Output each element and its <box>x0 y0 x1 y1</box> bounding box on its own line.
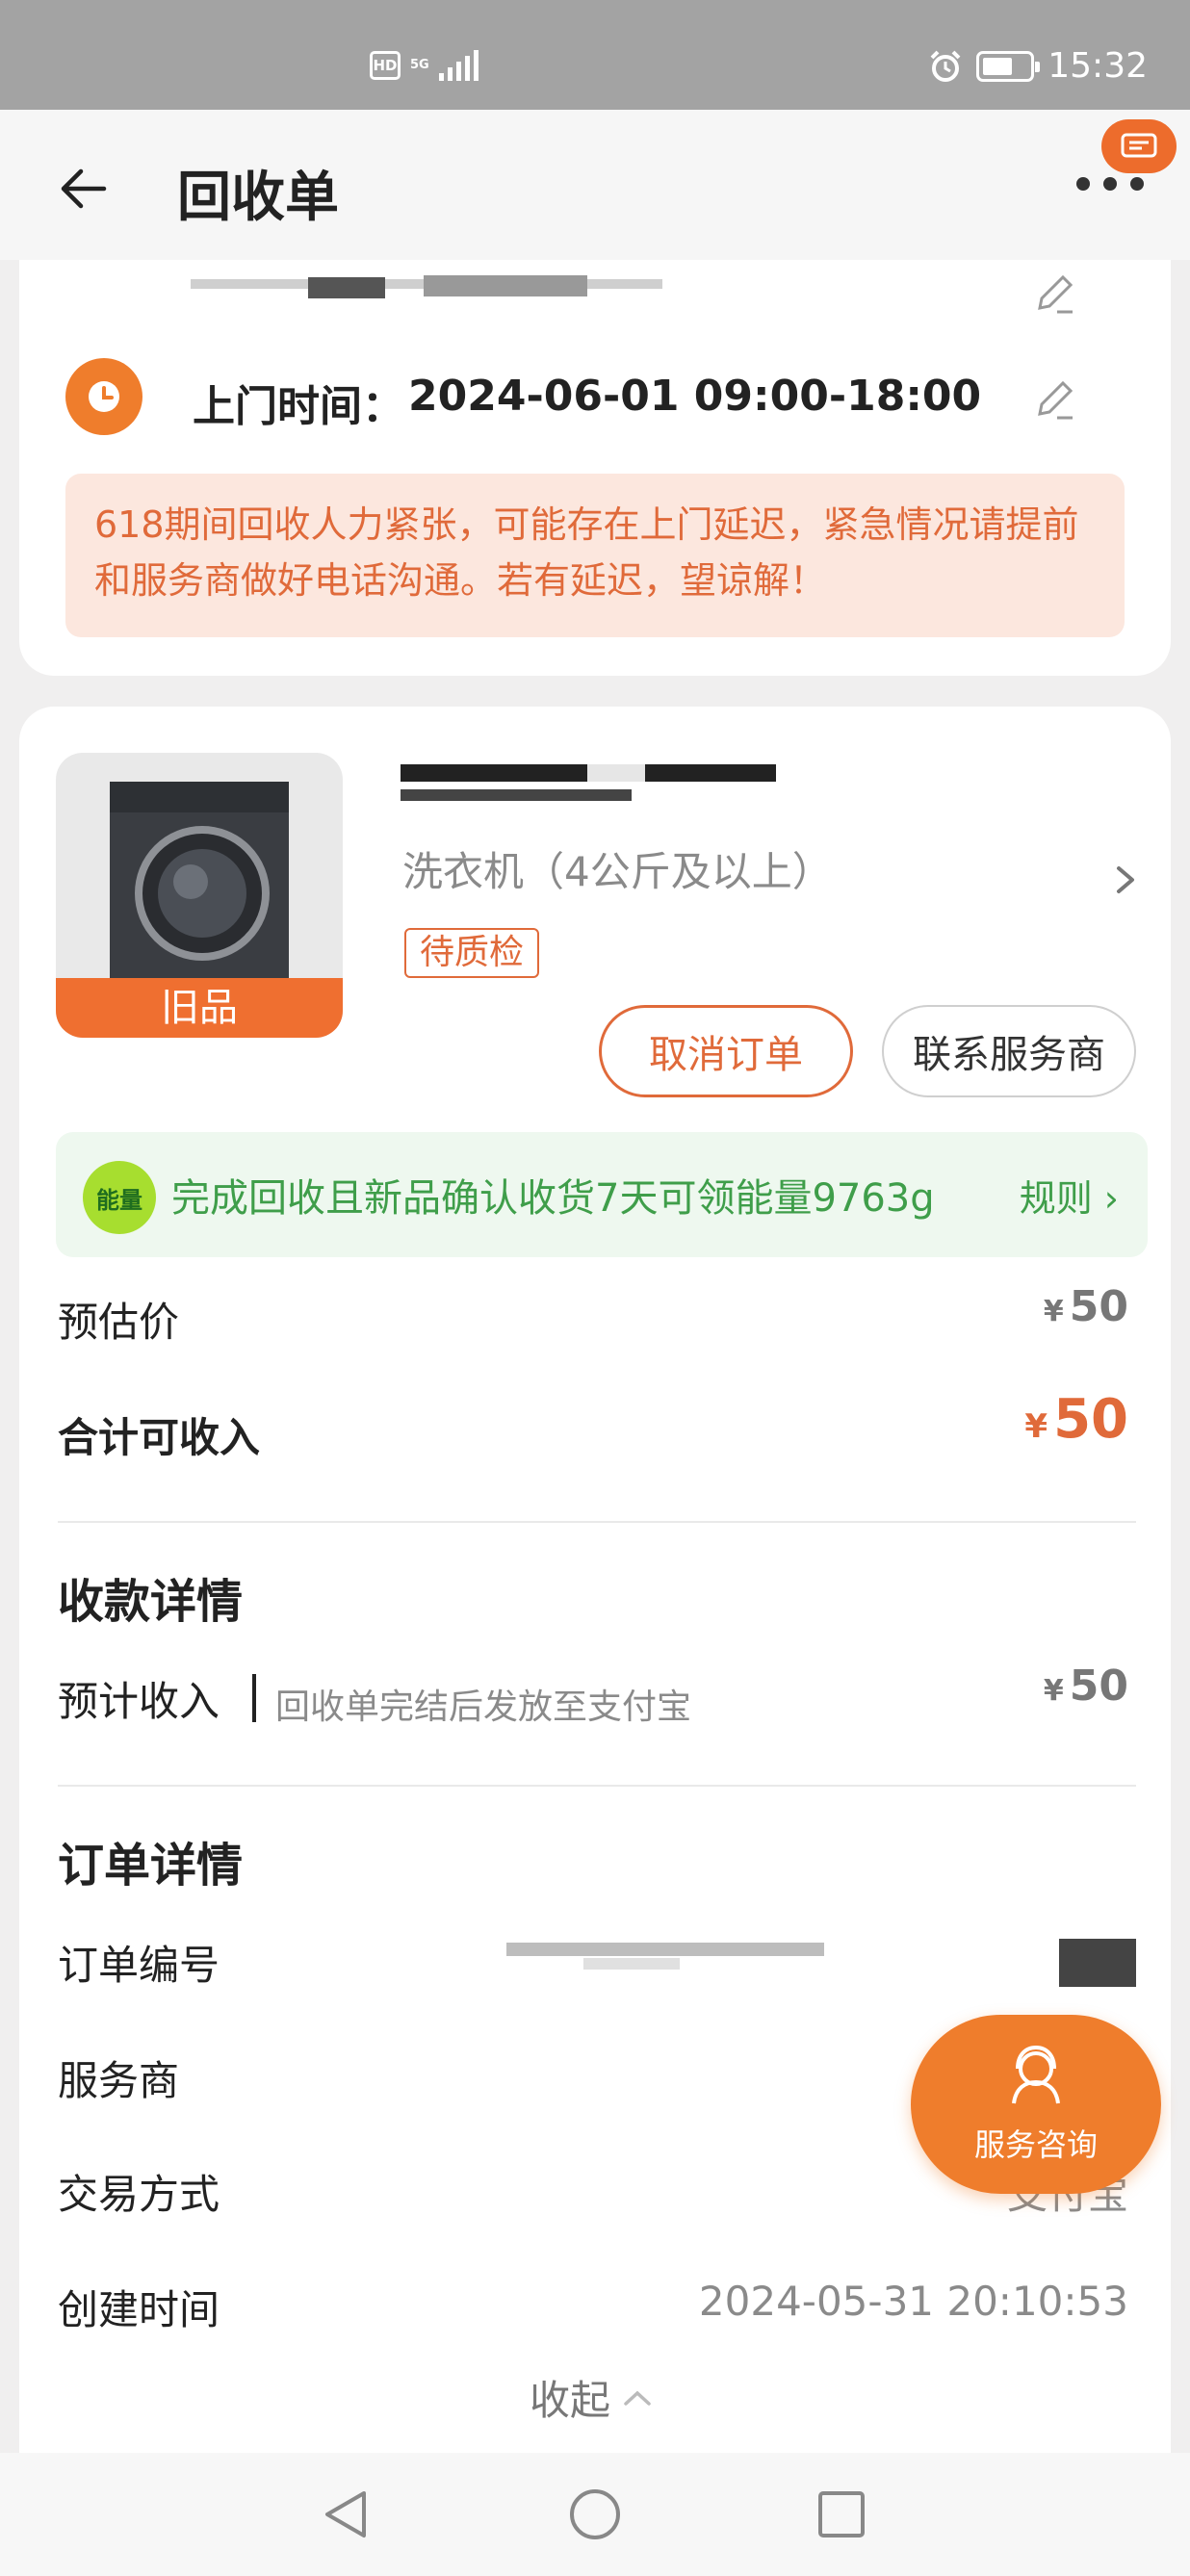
energy-text: 完成回收且新品确认收货7天可领能量9763g <box>171 1176 935 1221</box>
collapse-label: 收起 <box>530 2377 611 2424</box>
visit-time: 上门时间： 2024-06-01 09:00-18:00 <box>193 372 981 433</box>
nav-home-icon[interactable] <box>566 2486 624 2543</box>
chat-icon <box>1121 133 1157 158</box>
old-item-label: 旧品 <box>56 978 343 1038</box>
trade-method-label: 交易方式 <box>58 2171 220 2218</box>
chevron-right-icon[interactable] <box>1111 861 1140 899</box>
divider <box>58 1785 1136 1787</box>
cancel-order-button[interactable]: 取消订单 <box>599 1005 853 1097</box>
collapse-button[interactable]: 收起 <box>530 2368 653 2427</box>
expected-income-note: 回收单完结后发放至支付宝 <box>275 1687 692 1727</box>
order-number-redacted <box>506 1943 824 1956</box>
total-price: ¥ 50 <box>1024 1388 1128 1451</box>
nav-back-icon[interactable] <box>318 2486 375 2543</box>
alarm-icon <box>930 50 961 82</box>
signal-bars-icon <box>438 50 479 81</box>
back-arrow-icon[interactable] <box>54 158 116 219</box>
estimate-price: ¥ 50 <box>1043 1282 1128 1331</box>
energy-icon: 能量 <box>83 1161 156 1234</box>
more-dots-icon[interactable] <box>1076 169 1144 198</box>
chevron-up-icon <box>624 2390 651 2406</box>
expected-income-price: ¥ 50 <box>1043 1662 1128 1711</box>
provider-label: 服务商 <box>58 2057 180 2104</box>
payment-section-title: 收款详情 <box>58 1575 244 1629</box>
created-time-value: 2024-05-31 20:10:53 <box>698 2278 1128 2325</box>
visit-time-label: 上门时间： <box>193 382 404 431</box>
separator-bar <box>252 1674 256 1722</box>
edit-address-pencil-icon[interactable] <box>1032 270 1078 316</box>
service-consult-label: 服务咨询 <box>973 2126 1098 2163</box>
status-badge: 待质检 <box>404 928 540 978</box>
hd-badge: HD <box>370 51 401 80</box>
service-consult-button[interactable]: 服务咨询 <box>911 2015 1161 2194</box>
visit-time-value: 2024-06-01 09:00-18:00 <box>408 372 982 421</box>
page-title: 回收单 <box>177 167 339 229</box>
product-image[interactable]: 旧品 <box>56 753 343 1038</box>
status-right: 15:32 <box>928 46 1148 86</box>
customer-service-icon <box>1012 2045 1060 2104</box>
signal-group: HD 5G <box>370 46 479 85</box>
system-nav-bar <box>0 2453 1190 2576</box>
clock-icon <box>65 358 142 435</box>
order-section-title: 订单详情 <box>58 1839 244 1893</box>
app-bar: 回收单 <box>0 110 1190 260</box>
delay-notice: 618期间回收人力紧张，可能存在上门延迟，紧急情况请提前和服务商做好电话沟通。若… <box>65 474 1125 637</box>
order-card: 旧品 洗衣机（4公斤及以上） 待质检 取消订单 联系服务商 能量 完成回收且新品… <box>19 707 1171 2468</box>
estimate-label: 预估价 <box>58 1299 180 1346</box>
network-type: 5G <box>410 58 429 72</box>
copy-button-redacted[interactable] <box>1059 1939 1136 1987</box>
status-bar: HD 5G 15:32 <box>0 0 1190 110</box>
divider <box>58 1521 1136 1523</box>
energy-banner[interactable]: 能量 完成回收且新品确认收货7天可领能量9763g 规则 › <box>56 1132 1148 1257</box>
total-label: 合计可收入 <box>58 1414 261 1461</box>
product-category: 洗衣机（4公斤及以上） <box>402 848 833 895</box>
edit-time-pencil-icon[interactable] <box>1032 375 1078 422</box>
battery-icon <box>976 50 1041 82</box>
nav-recents-icon[interactable] <box>813 2486 870 2543</box>
created-time-label: 创建时间 <box>58 2286 220 2333</box>
visit-info-card: 上门时间： 2024-06-01 09:00-18:00 618期间回收人力紧张… <box>19 164 1171 676</box>
clock-time: 15:32 <box>1048 46 1148 86</box>
expected-income-label: 预计收入 <box>58 1678 220 1725</box>
contact-provider-button[interactable]: 联系服务商 <box>882 1005 1136 1097</box>
energy-rule-link[interactable]: 规则 › <box>1020 1169 1119 1222</box>
order-number-label: 订单编号 <box>58 1942 220 1989</box>
message-badge-icon[interactable] <box>1101 119 1177 173</box>
